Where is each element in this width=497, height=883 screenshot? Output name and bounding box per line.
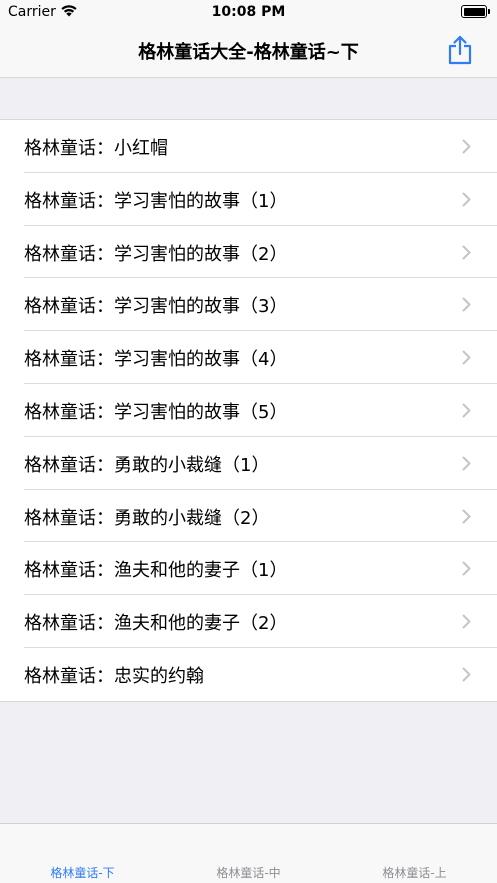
list-item[interactable]: 格林童话：忠实的约翰: [0, 648, 497, 701]
list-item[interactable]: 格林童话：学习害怕的故事（3）: [0, 278, 497, 331]
story-list: 格林童话：小红帽 格林童话：学习害怕的故事（1） 格林童话：学习害怕的故事（2）…: [0, 119, 497, 702]
list-item[interactable]: 格林童话：学习害怕的故事（1）: [0, 173, 497, 226]
app-screen: Carrier 10:08 PM 格林童话大全-格林童话~下 格林童话：小红帽 …: [0, 0, 497, 883]
list-item-label: 格林童话：学习害怕的故事（5）: [24, 401, 288, 423]
chevron-right-icon: [462, 297, 471, 312]
list-item[interactable]: 格林童话：渔夫和他的妻子（1）: [0, 542, 497, 595]
chevron-right-icon: [462, 561, 471, 576]
list-item-label: 格林童话：小红帽: [24, 138, 168, 159]
list-item[interactable]: 格林童话：学习害怕的故事（2）: [0, 226, 497, 279]
list-item[interactable]: 格林童话：勇敢的小裁缝（1）: [0, 437, 497, 490]
list-item-label: 格林童话：勇敢的小裁缝（2）: [24, 507, 270, 529]
list-item-label: 格林童话：渔夫和他的妻子（1）: [24, 560, 288, 582]
navigation-bar: 格林童话大全-格林童话~下: [0, 26, 497, 78]
share-icon[interactable]: [447, 35, 473, 65]
list-item-label: 格林童话：学习害怕的故事（2）: [24, 243, 288, 265]
tab-bar: 格林童话-下 格林童话-中 格林童话-上: [0, 823, 497, 883]
chevron-right-icon: [462, 667, 471, 682]
list-item-label: 格林童话：渔夫和他的妻子（2）: [24, 613, 288, 635]
page-title: 格林童话大全-格林童话~下: [138, 42, 359, 63]
chevron-right-icon: [462, 350, 471, 365]
list-item[interactable]: 格林童话：勇敢的小裁缝（2）: [0, 490, 497, 543]
chevron-right-icon: [462, 403, 471, 418]
list-item-label: 格林童话：学习害怕的故事（4）: [24, 349, 288, 371]
list-item-label: 格林童话：学习害怕的故事（1）: [24, 190, 288, 212]
chevron-right-icon: [462, 245, 471, 260]
list-item[interactable]: 格林童话：渔夫和他的妻子（2）: [0, 595, 497, 648]
list-item-label: 格林童话：勇敢的小裁缝（1）: [24, 454, 270, 476]
chevron-right-icon: [462, 139, 471, 154]
list-item-label: 格林童话：忠实的约翰: [24, 665, 204, 687]
list-item-label: 格林童话：学习害怕的故事（3）: [24, 296, 288, 318]
list-item[interactable]: 格林童话：学习害怕的故事（5）: [0, 384, 497, 437]
battery-icon: [461, 5, 490, 18]
tab-lower[interactable]: 格林童话-下: [0, 864, 165, 881]
list-item[interactable]: 格林童话：小红帽: [0, 120, 497, 173]
clock: 10:08 PM: [211, 4, 286, 20]
chevron-right-icon: [462, 614, 471, 629]
list-item[interactable]: 格林童话：学习害怕的故事（4）: [0, 331, 497, 384]
tab-middle[interactable]: 格林童话-中: [166, 864, 331, 881]
chevron-right-icon: [462, 192, 471, 207]
chevron-right-icon: [462, 509, 471, 524]
chevron-right-icon: [462, 456, 471, 471]
status-bar: Carrier 10:08 PM: [0, 0, 497, 26]
tab-upper[interactable]: 格林童话-上: [332, 864, 497, 881]
